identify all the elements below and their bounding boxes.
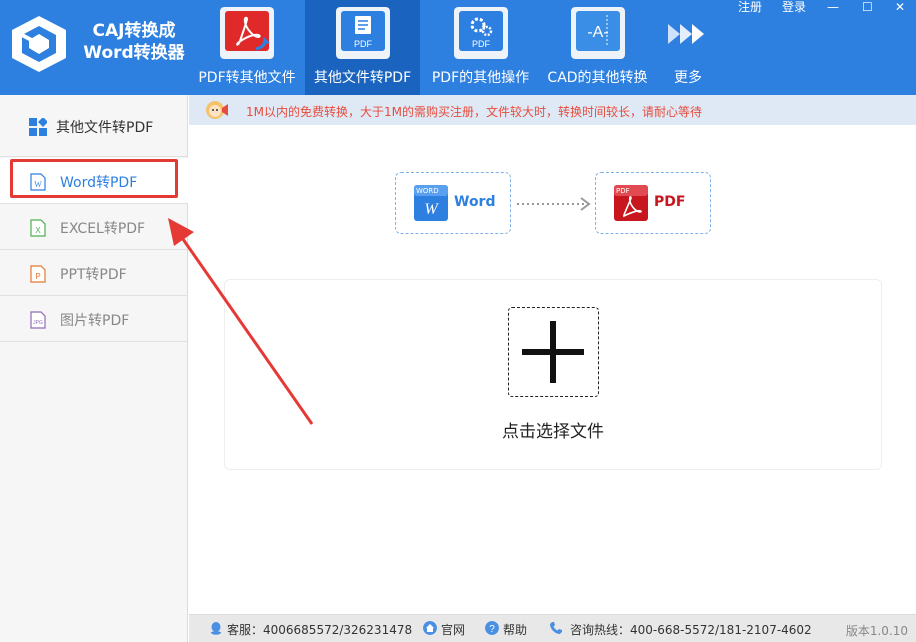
tab-cad-convert[interactable]: -A- CAD的其他转换 <box>540 0 655 95</box>
sidebar-item-label: PPT转PDF <box>60 267 127 283</box>
app-title-line2: Word转换器 <box>83 43 185 63</box>
highlight-annotation <box>10 159 178 198</box>
notice-text: 1M以内的免费转换，大于1M的需购买注册，文件较大时，转换时间较长，请耐心等待 <box>246 105 702 119</box>
add-file-button[interactable] <box>508 307 599 397</box>
tab-label: 其他文件转PDF <box>313 70 412 86</box>
grid-icon <box>29 118 47 136</box>
source-format-badge: W WORD Word <box>395 172 511 234</box>
notice-bar: 1M以内的免费转换，大于1M的需购买注册，文件较大时，转换时间较长，请耐心等待 <box>189 95 916 125</box>
cad-icon: -A- <box>570 7 625 59</box>
jpg-file-icon: JPG <box>30 311 46 329</box>
speaker-girl-icon <box>206 101 228 119</box>
maximize-icon[interactable]: ☐ <box>862 0 873 14</box>
svg-text:-A-: -A- <box>587 24 608 41</box>
pdf-icon <box>220 7 274 59</box>
hotline-text: 咨询热线：400-668-5572/181-2107-4602 <box>570 623 812 637</box>
svg-text:P: P <box>35 272 40 281</box>
doc-to-pdf-icon: PDF <box>335 7 390 59</box>
source-badge-tag: WORD <box>416 187 439 195</box>
phone-icon <box>550 622 562 634</box>
sidebar-item-label: 图片转PDF <box>60 313 130 329</box>
home-icon <box>423 621 437 635</box>
excel-file-icon: X <box>30 219 46 237</box>
sidebar-item-image-to-pdf[interactable]: JPG 图片转PDF <box>0 296 188 342</box>
file-drop-zone[interactable]: 点击选择文件 <box>224 279 882 470</box>
app-logo-icon <box>12 16 66 72</box>
login-link[interactable]: 登录 <box>782 0 806 14</box>
more-arrows-icon <box>668 24 704 44</box>
register-link[interactable]: 注册 <box>738 0 762 14</box>
ppt-file-icon: P <box>30 265 46 283</box>
tab-pdf-other-ops[interactable]: PDF PDF的其他操作 <box>423 0 538 95</box>
service-contact: 客服：4006685572/326231478 <box>227 623 413 637</box>
plus-icon <box>522 321 584 383</box>
title-bar: CAJ转换成 Word转换器 PDF转其他文件 PDF 其他文件转PDF PDF… <box>0 0 916 95</box>
target-format-badge: PDF PDF <box>595 172 711 234</box>
version-label: 版本1.0.10 <box>845 624 908 638</box>
select-file-label[interactable]: 点击选择文件 <box>225 417 881 442</box>
tab-more[interactable]: 更多 <box>658 0 718 95</box>
website-link[interactable]: 官网 <box>441 621 465 638</box>
tab-pdf-to-other[interactable]: PDF转其他文件 <box>192 0 302 95</box>
sidebar-item-ppt-to-pdf[interactable]: P PPT转PDF <box>0 250 188 296</box>
svg-text:?: ? <box>489 624 495 635</box>
help-link[interactable]: 帮助 <box>503 621 527 638</box>
convert-arrow-icon <box>517 197 591 211</box>
tab-label: PDF转其他文件 <box>198 70 296 86</box>
sidebar-item-excel-to-pdf[interactable]: X EXCEL转PDF <box>0 204 188 250</box>
target-badge-tag: PDF <box>616 187 630 195</box>
svg-text:W: W <box>424 201 439 218</box>
sidebar-header: 其他文件转PDF <box>0 95 188 157</box>
svg-text:PDF: PDF <box>354 39 373 49</box>
svg-text:JPG: JPG <box>33 320 43 326</box>
close-icon[interactable]: ✕ <box>895 0 905 14</box>
tab-label: CAD的其他转换 <box>547 70 648 86</box>
target-format-label: PDF <box>654 194 686 210</box>
gear-pdf-icon: PDF <box>453 7 508 59</box>
app-title: CAJ转换成 Word转换器 <box>74 20 194 64</box>
svg-text:X: X <box>35 226 41 235</box>
qq-icon <box>210 622 222 635</box>
status-bar: 客服：4006685572/326231478 官网 ? 帮助 咨询热线：400… <box>189 614 916 642</box>
svg-text:PDF: PDF <box>472 39 491 49</box>
tab-label: PDF的其他操作 <box>431 70 530 86</box>
help-icon: ? <box>485 621 499 635</box>
app-title-line1: CAJ转换成 <box>92 21 176 41</box>
tab-other-to-pdf[interactable]: PDF 其他文件转PDF <box>305 0 420 95</box>
tab-label: 更多 <box>674 70 702 86</box>
sidebar-item-label: EXCEL转PDF <box>60 221 146 237</box>
source-format-label: Word <box>454 194 496 210</box>
sidebar-header-label: 其他文件转PDF <box>56 120 154 136</box>
minimize-icon[interactable]: — <box>827 0 839 14</box>
